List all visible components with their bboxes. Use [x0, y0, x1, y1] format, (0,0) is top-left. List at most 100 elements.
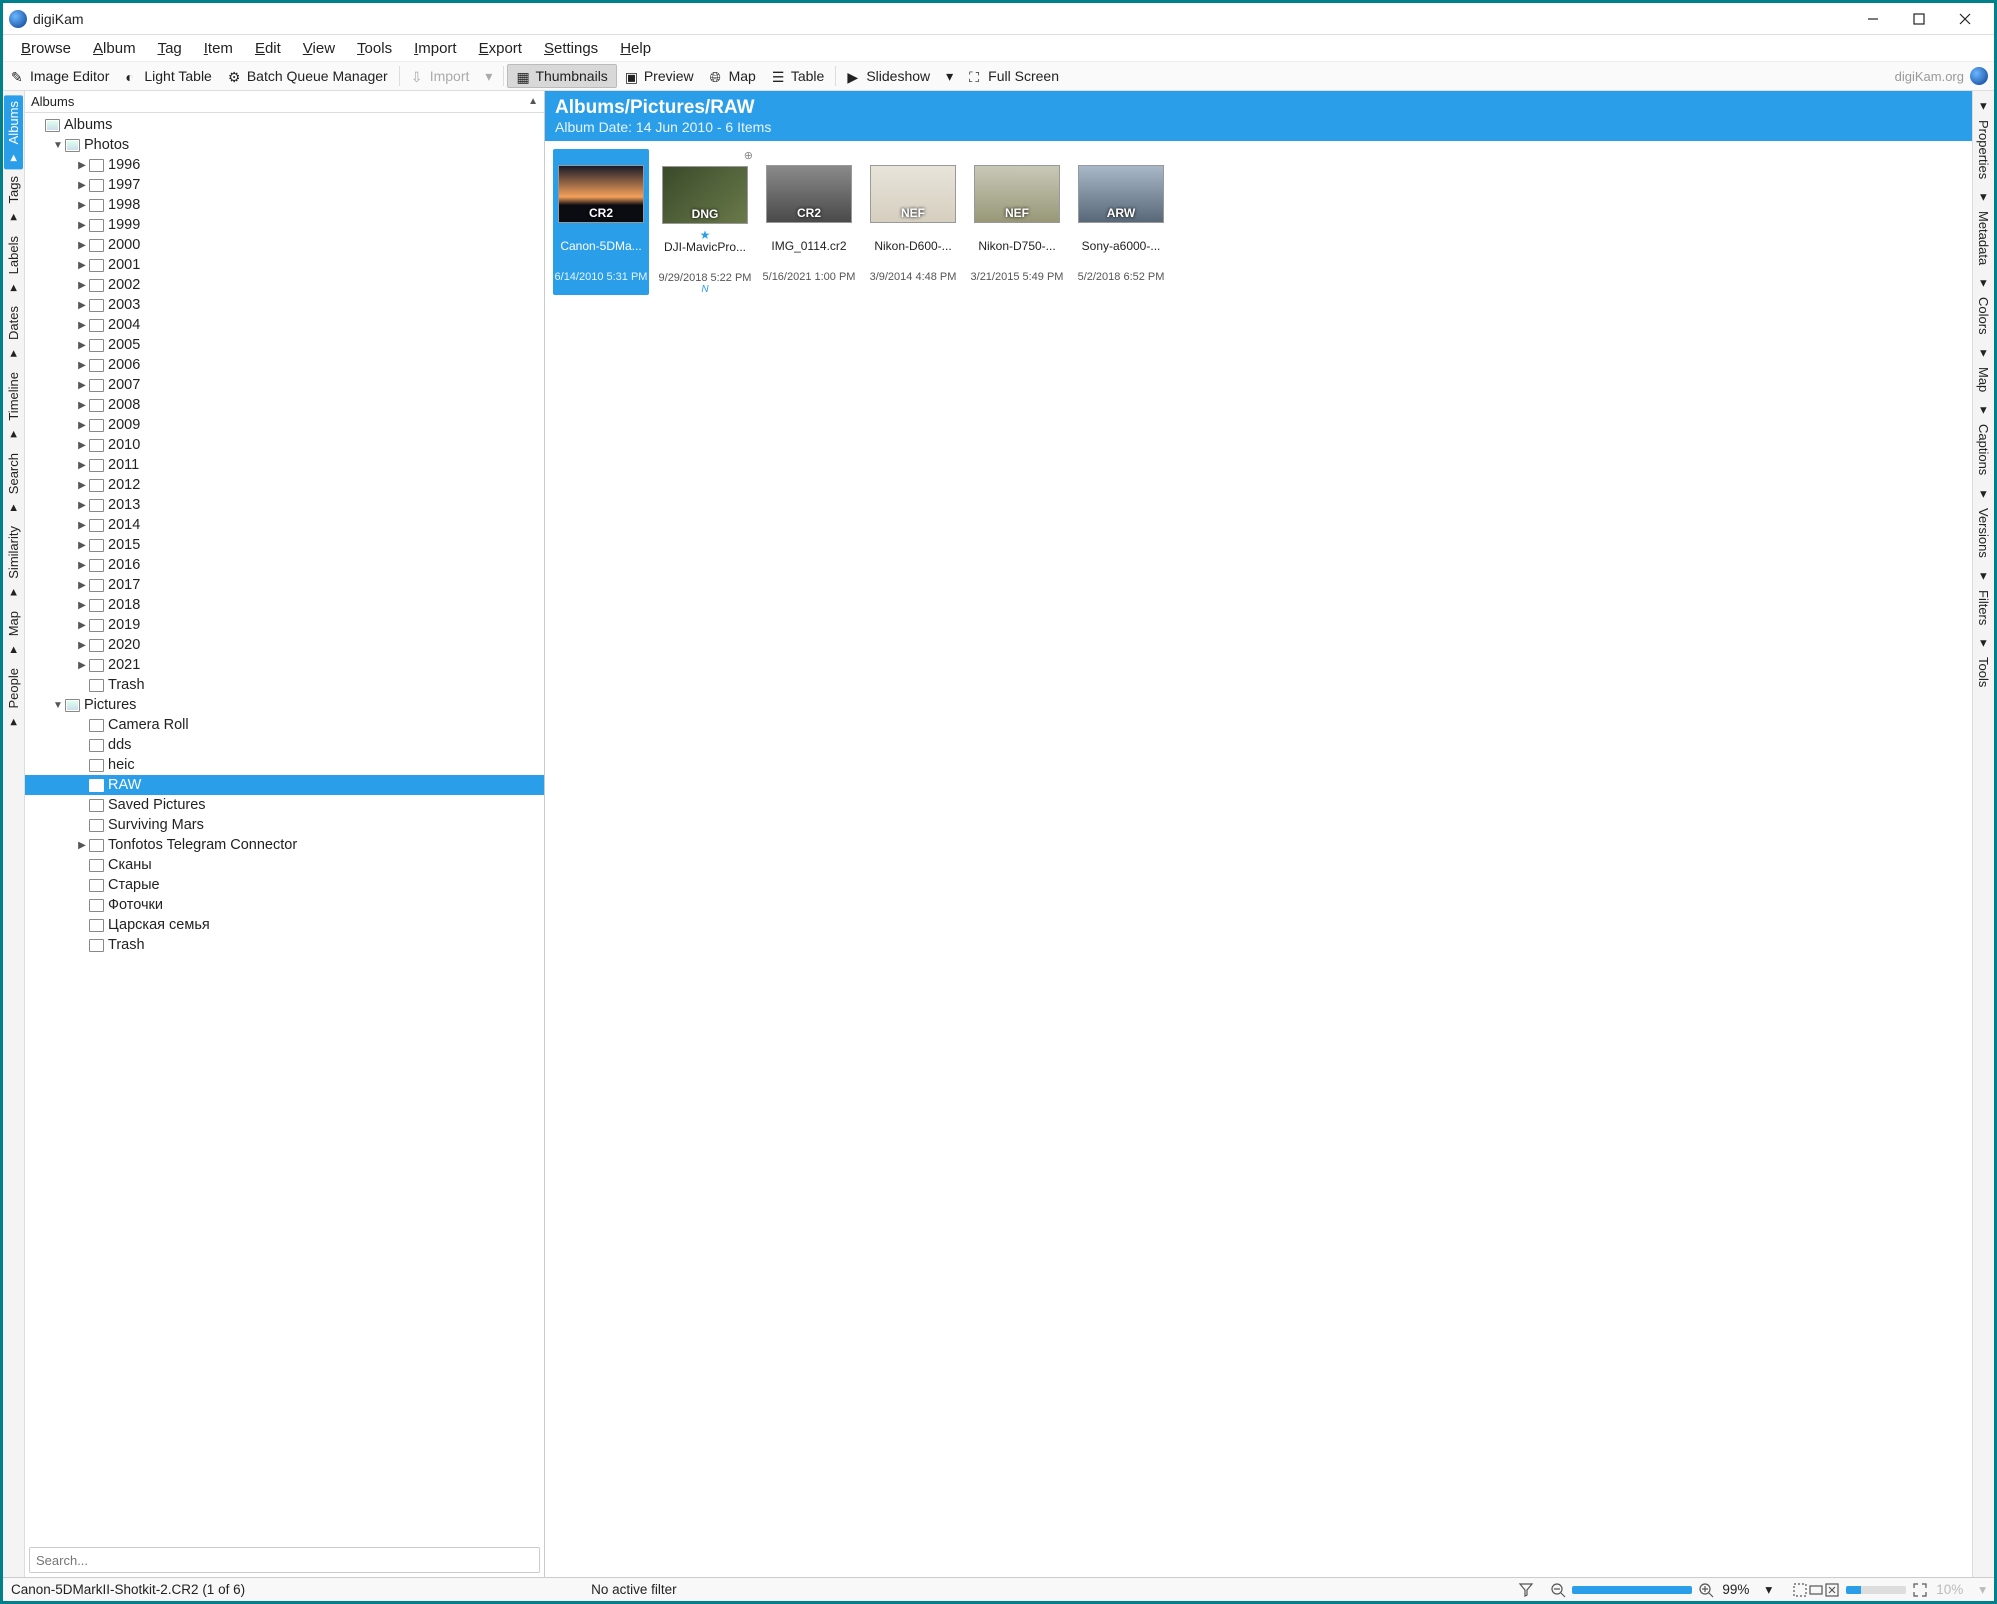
expand-arrow-icon[interactable]: ▶ — [75, 500, 89, 511]
tree-item-1996[interactable]: ▶1996 — [25, 155, 544, 175]
tree-item-2018[interactable]: ▶2018 — [25, 595, 544, 615]
expand-arrow-icon[interactable]: ▶ — [75, 260, 89, 271]
tree-item-dds[interactable]: dds — [25, 735, 544, 755]
tree-item-царская-семья[interactable]: Царская семья — [25, 915, 544, 935]
tree-item-tonfotos-telegram-connector[interactable]: ▶Tonfotos Telegram Connector — [25, 835, 544, 855]
expand-arrow-icon[interactable]: ▶ — [75, 480, 89, 491]
light-table-button[interactable]: ◐Light Table — [117, 65, 219, 87]
expand-arrow-icon[interactable]: ▶ — [75, 420, 89, 431]
slideshow-button[interactable]: ▶Slideshow — [839, 65, 938, 87]
zoom-percent[interactable]: 99% — [1714, 1582, 1757, 1597]
left-tab-similarity[interactable]: ▸Similarity — [4, 520, 23, 604]
tree-item-2007[interactable]: ▶2007 — [25, 375, 544, 395]
tree-item-2020[interactable]: ▶2020 — [25, 635, 544, 655]
expand-arrow-icon[interactable]: ▶ — [75, 300, 89, 311]
expand-arrow-icon[interactable]: ▶ — [75, 620, 89, 631]
tree-item-2021[interactable]: ▶2021 — [25, 655, 544, 675]
tree-search-input[interactable] — [30, 1548, 539, 1572]
right-tab-filters[interactable]: ▸Filters — [1974, 565, 1993, 631]
expand-arrow-icon[interactable]: ▶ — [75, 200, 89, 211]
expand-arrow-icon[interactable]: ▶ — [75, 540, 89, 551]
preview-view-button[interactable]: ▣Preview — [617, 65, 702, 87]
tree-item-старые[interactable]: Старые — [25, 875, 544, 895]
expand-arrow-icon[interactable]: ▶ — [75, 660, 89, 671]
tree-item-2012[interactable]: ▶2012 — [25, 475, 544, 495]
menu-export[interactable]: Export — [469, 38, 532, 59]
left-tab-albums[interactable]: ▸Albums — [4, 95, 23, 169]
collapse-panel-icon[interactable]: ▲ — [528, 96, 538, 107]
close-button[interactable] — [1942, 3, 1988, 35]
fit-window-icon[interactable] — [1792, 1582, 1808, 1598]
thumb-item[interactable]: CR2Canon-5DMa...6/14/2010 5:31 PM — [553, 149, 649, 295]
expand-arrow-icon[interactable]: ▼ — [51, 700, 65, 711]
brand-link[interactable]: digiKam.org — [1895, 69, 1964, 84]
tree-item-albums[interactable]: Albums — [25, 115, 544, 135]
menu-album[interactable]: Album — [83, 38, 146, 59]
thumb-item[interactable]: CR2IMG_0114.cr25/16/2021 1:00 PM — [761, 149, 857, 295]
tree-item-surviving-mars[interactable]: Surviving Mars — [25, 815, 544, 835]
tree-item-2000[interactable]: ▶2000 — [25, 235, 544, 255]
expand-arrow-icon[interactable]: ▶ — [75, 320, 89, 331]
expand-arrow-icon[interactable]: ▶ — [75, 180, 89, 191]
expand-arrow-icon[interactable]: ▶ — [75, 240, 89, 251]
expand-arrow-icon[interactable]: ▶ — [75, 520, 89, 531]
fit-width-icon[interactable] — [1808, 1582, 1824, 1598]
thumbnails-view-button[interactable]: ▦Thumbnails — [507, 64, 616, 88]
minimize-button[interactable] — [1850, 3, 1896, 35]
menu-edit[interactable]: Edit — [245, 38, 291, 59]
tree-item-2004[interactable]: ▶2004 — [25, 315, 544, 335]
right-tab-metadata[interactable]: ▸Metadata — [1974, 186, 1993, 271]
tree-item-2019[interactable]: ▶2019 — [25, 615, 544, 635]
expand-arrow-icon[interactable]: ▶ — [75, 600, 89, 611]
thumb-item[interactable]: NEFNikon-D600-...3/9/2014 4:48 PM — [865, 149, 961, 295]
actual-size-icon[interactable] — [1824, 1582, 1840, 1598]
left-tab-timeline[interactable]: ▸Timeline — [4, 366, 23, 446]
expand-arrow-icon[interactable]: ▶ — [75, 280, 89, 291]
tree-item-сканы[interactable]: Сканы — [25, 855, 544, 875]
tree-item-2009[interactable]: ▶2009 — [25, 415, 544, 435]
menu-help[interactable]: Help — [610, 38, 661, 59]
tree-item-2010[interactable]: ▶2010 — [25, 435, 544, 455]
thumbnail-grid[interactable]: CR2Canon-5DMa...6/14/2010 5:31 PM⊕DNG★DJ… — [545, 141, 1972, 1577]
menu-import[interactable]: Import — [404, 38, 467, 59]
import-button[interactable]: ⇩Import — [403, 65, 478, 87]
thumb-item[interactable]: ARWSony-a6000-...5/2/2018 6:52 PM — [1073, 149, 1169, 295]
right-tab-captions[interactable]: ▸Captions — [1974, 399, 1993, 481]
zoom-out-icon[interactable] — [1550, 1582, 1566, 1598]
tree-item-trash[interactable]: Trash — [25, 935, 544, 955]
tree-item-heic[interactable]: heic — [25, 755, 544, 775]
tree-item-2001[interactable]: ▶2001 — [25, 255, 544, 275]
left-tab-labels[interactable]: ▸Labels — [4, 230, 23, 299]
image-editor-button[interactable]: ✎Image Editor — [3, 65, 117, 87]
menu-item[interactable]: Item — [194, 38, 243, 59]
right-tab-versions[interactable]: ▸Versions — [1974, 483, 1993, 564]
tree-item-saved-pictures[interactable]: Saved Pictures — [25, 795, 544, 815]
zoom-in-icon[interactable] — [1698, 1582, 1714, 1598]
expand-arrow-icon[interactable]: ▶ — [75, 580, 89, 591]
tree-item-2017[interactable]: ▶2017 — [25, 575, 544, 595]
menu-view[interactable]: View — [293, 38, 345, 59]
batch-queue-button[interactable]: ⚙Batch Queue Manager — [220, 65, 396, 87]
left-tab-people[interactable]: ▸People — [4, 662, 23, 733]
tree-item-raw[interactable]: RAW — [25, 775, 544, 795]
tree-item-2016[interactable]: ▶2016 — [25, 555, 544, 575]
right-tab-properties[interactable]: ▸Properties — [1974, 95, 1993, 185]
expand-arrow-icon[interactable]: ▶ — [75, 840, 89, 851]
thumb-item[interactable]: NEFNikon-D750-...3/21/2015 5:49 PM — [969, 149, 1065, 295]
tree-item-1999[interactable]: ▶1999 — [25, 215, 544, 235]
fullscreen-button[interactable]: ⛶Full Screen — [961, 65, 1067, 87]
left-tab-map[interactable]: ▸Map — [4, 605, 23, 661]
table-view-button[interactable]: ☰Table — [764, 65, 832, 87]
tree-item-2011[interactable]: ▶2011 — [25, 455, 544, 475]
import-dropdown[interactable]: ▾ — [477, 65, 500, 88]
zoom-slider[interactable] — [1572, 1586, 1692, 1594]
map-view-button[interactable]: 🌐︎Map — [702, 65, 764, 87]
thumb-item[interactable]: ⊕DNG★DJI-MavicPro...9/29/2018 5:22 PMN — [657, 149, 753, 295]
expand-arrow-icon[interactable]: ▶ — [75, 380, 89, 391]
menu-tools[interactable]: Tools — [347, 38, 402, 59]
tree-search-box[interactable] — [29, 1547, 540, 1573]
expand-arrow-icon[interactable]: ▼ — [51, 140, 65, 151]
expand-arrow-icon[interactable]: ▶ — [75, 640, 89, 651]
left-tab-dates[interactable]: ▸Dates — [4, 300, 23, 365]
tree-item-2005[interactable]: ▶2005 — [25, 335, 544, 355]
